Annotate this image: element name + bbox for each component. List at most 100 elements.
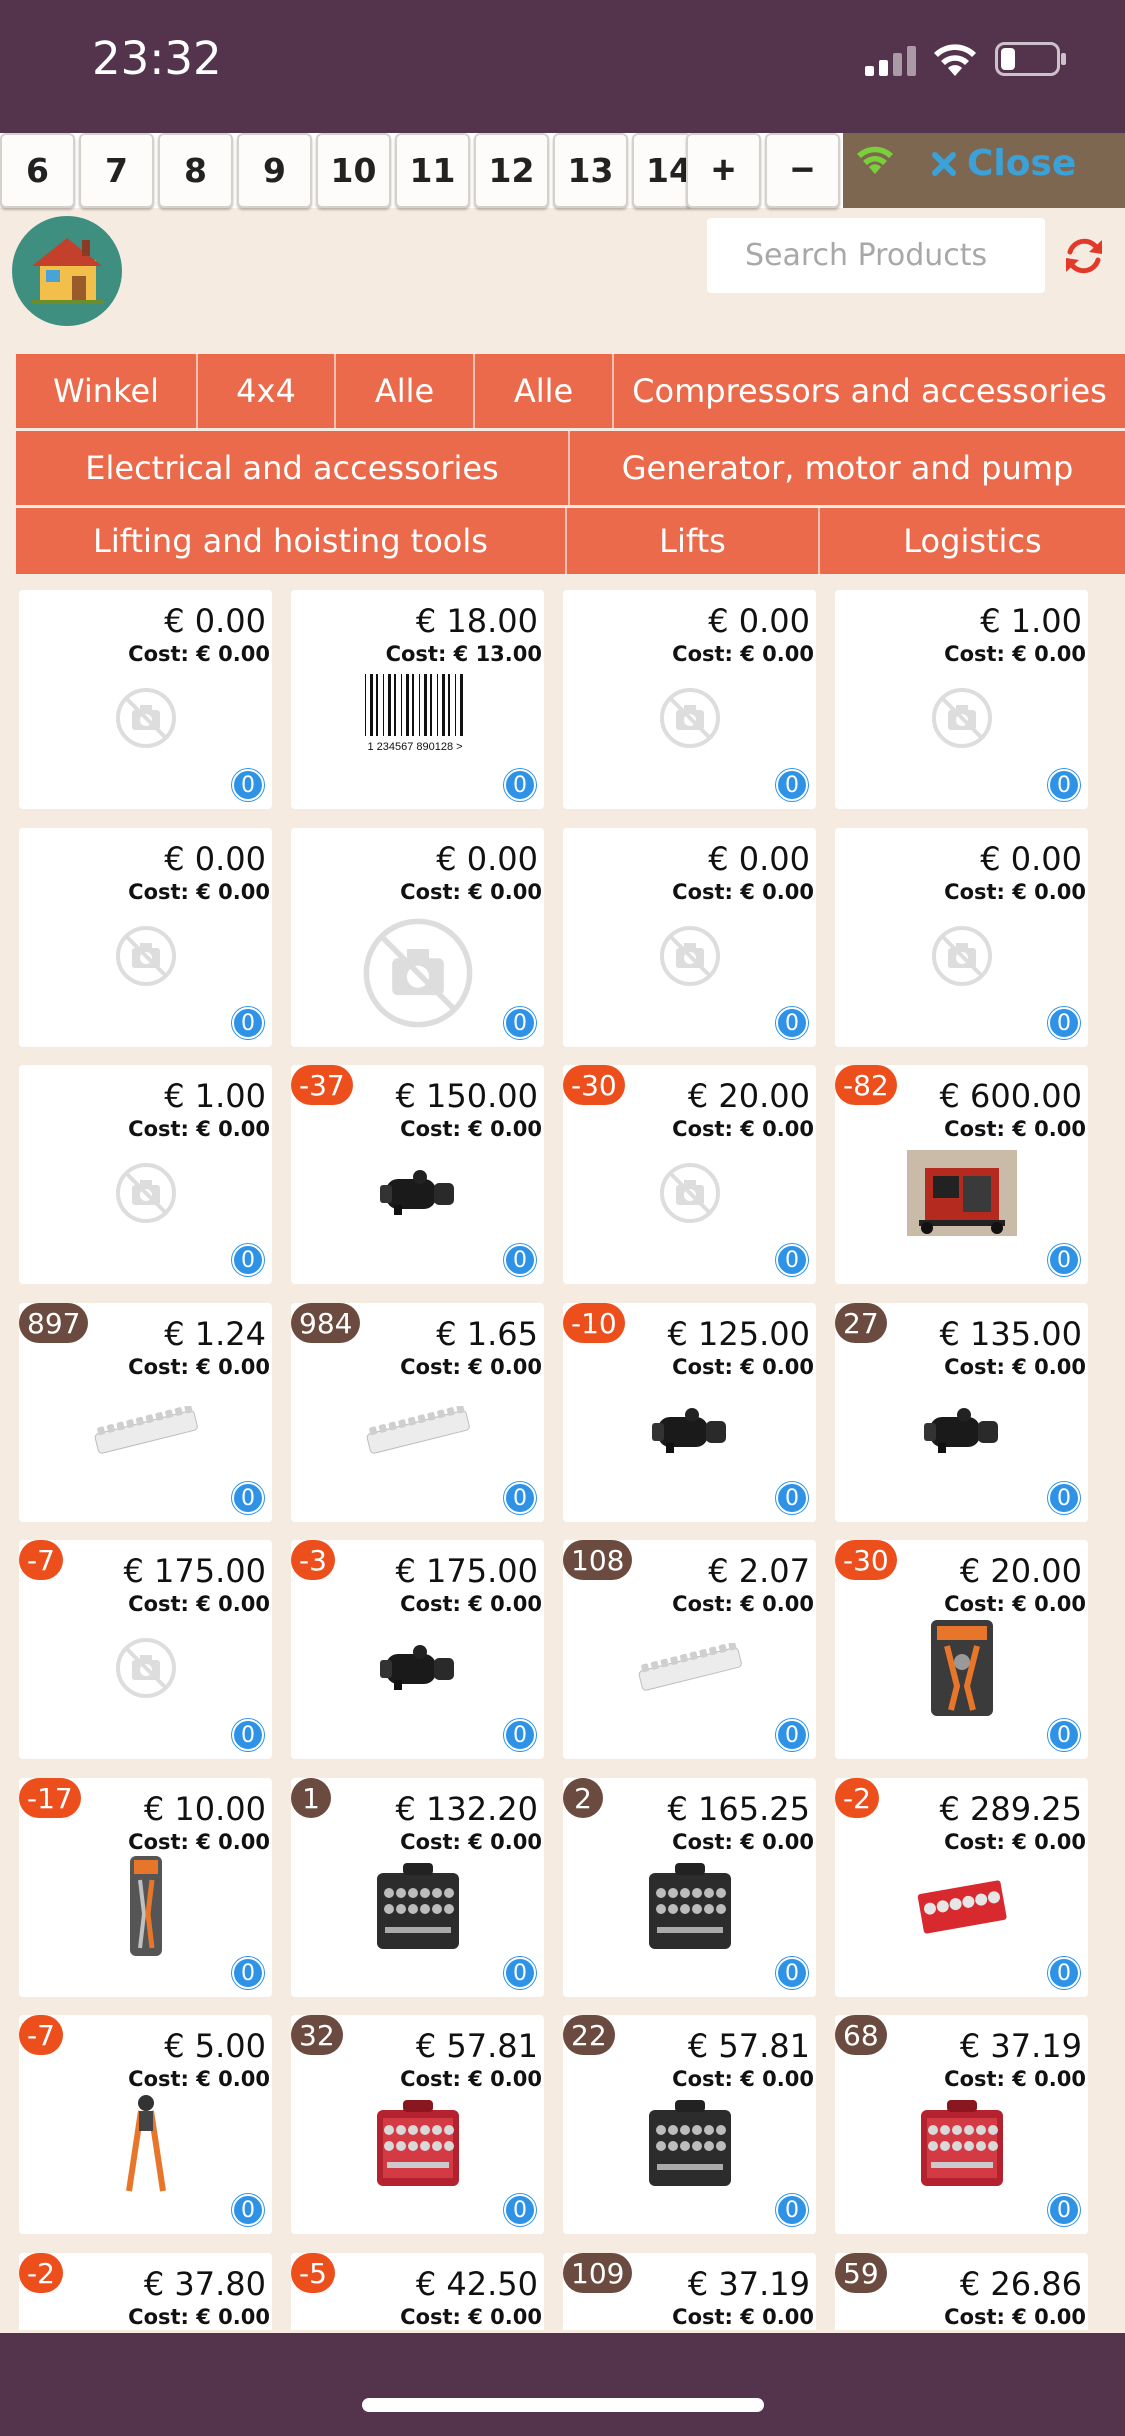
product-card[interactable]: € 5.00 Cost: € 0.00 -7 0 <box>19 2015 272 2234</box>
category-logistics[interactable]: Logistics <box>820 508 1125 574</box>
no-photo-icon <box>658 1161 722 1230</box>
quantity-badge: 0 <box>1048 1244 1080 1276</box>
product-card[interactable]: € 0.00 Cost: € 0.00 0 <box>563 828 816 1047</box>
product-card[interactable]: € 2.07 Cost: € 0.00 108 0 <box>563 1540 816 1759</box>
category-winkel[interactable]: Winkel <box>16 354 198 428</box>
category-4x4[interactable]: 4x4 <box>198 354 336 428</box>
product-card[interactable]: € 57.81 Cost: € 0.00 32 0 <box>291 2015 544 2234</box>
category-lifting[interactable]: Lifting and hoisting tools <box>16 508 567 574</box>
quantity-badge: 0 <box>232 1957 264 1989</box>
product-card[interactable]: € 1.00 Cost: € 0.00 0 <box>835 590 1088 809</box>
product-card[interactable]: € 175.00 Cost: € 0.00 -7 0 <box>19 1540 272 1759</box>
quantity-badge: 0 <box>776 1719 808 1751</box>
product-card[interactable]: € 20.00 Cost: € 0.00 -30 0 <box>835 1540 1088 1759</box>
category-bar: Winkel 4x4 Alle Alle Compressors and acc… <box>16 354 1125 574</box>
table-tab-12[interactable]: 12 <box>474 133 549 208</box>
product-price: € 0.00 <box>164 602 266 640</box>
product-card[interactable]: € 600.00 Cost: € 0.00 -82 0 <box>835 1065 1088 1284</box>
product-price: € 2.07 <box>708 1552 810 1590</box>
category-compressors[interactable]: Compressors and accessories <box>614 354 1125 428</box>
product-card[interactable]: € 0.00 Cost: € 0.00 0 <box>835 828 1088 1047</box>
product-price: € 150.00 <box>395 1077 539 1115</box>
product-card[interactable]: € 37.80 Cost: € 0.00 -2 <box>19 2253 272 2330</box>
quantity-badge: 0 <box>776 769 808 801</box>
table-tab-14[interactable]: 14 <box>632 133 692 208</box>
category-lifts[interactable]: Lifts <box>567 508 820 574</box>
refresh-icon[interactable] <box>1062 234 1106 278</box>
quantity-badge: 0 <box>1048 2194 1080 2226</box>
quantity-badge: 0 <box>776 1957 808 1989</box>
quantity-badge: 0 <box>776 1244 808 1276</box>
product-cost: Cost: € 0.00 <box>128 2305 270 2329</box>
product-cost: Cost: € 0.00 <box>944 1355 1086 1379</box>
socket-box-red-image <box>916 1873 1008 1944</box>
product-card[interactable]: € 0.00 Cost: € 0.00 0 <box>291 828 544 1047</box>
home-indicator[interactable] <box>362 2398 764 2412</box>
table-tab-9[interactable]: 9 <box>237 133 312 208</box>
product-card[interactable]: € 1.00 Cost: € 0.00 0 <box>19 1065 272 1284</box>
quantity-badge: 0 <box>232 1719 264 1751</box>
product-card[interactable]: € 57.81 Cost: € 0.00 22 0 <box>563 2015 816 2234</box>
product-price: € 26.86 <box>959 2265 1082 2303</box>
home-icon[interactable] <box>12 216 122 326</box>
category-electrical[interactable]: Electrical and accessories <box>16 431 570 505</box>
product-card[interactable]: € 37.19 Cost: € 0.00 68 0 <box>835 2015 1088 2234</box>
table-tab-6[interactable]: 6 <box>0 133 75 208</box>
stock-badge: 1 <box>291 1778 331 1818</box>
table-tab-7[interactable]: 7 <box>79 133 154 208</box>
add-table-button[interactable]: + <box>686 133 761 208</box>
remove-table-button[interactable]: − <box>765 133 840 208</box>
stock-badge: -2 <box>835 1778 879 1818</box>
product-cost: Cost: € 0.00 <box>128 1592 270 1616</box>
product-card[interactable]: 1 234567 890128 > € 18.00 Cost: € 13.00 0 <box>291 590 544 809</box>
product-cost: Cost: € 0.00 <box>672 1592 814 1616</box>
close-button[interactable]: Close <box>931 143 1076 184</box>
search-products-input[interactable] <box>707 218 1045 293</box>
product-price: € 0.00 <box>436 840 538 878</box>
product-card[interactable]: € 135.00 Cost: € 0.00 27 0 <box>835 1303 1088 1522</box>
product-card[interactable]: € 165.25 Cost: € 0.00 2 0 <box>563 1778 816 1997</box>
quantity-badge: 0 <box>1048 1482 1080 1514</box>
product-card[interactable]: € 0.00 Cost: € 0.00 0 <box>19 828 272 1047</box>
product-price: € 37.19 <box>687 2265 810 2303</box>
table-tab-11[interactable]: 11 <box>395 133 470 208</box>
table-tab-10[interactable]: 10 <box>316 133 391 208</box>
category-alle-2[interactable]: Alle <box>475 354 614 428</box>
product-card[interactable]: € 1.65 Cost: € 0.00 984 0 <box>291 1303 544 1522</box>
table-tab-13[interactable]: 13 <box>553 133 628 208</box>
product-card[interactable]: € 150.00 Cost: € 0.00 -37 0 <box>291 1065 544 1284</box>
status-time: 23:32 <box>92 32 222 85</box>
starter-motor-image <box>916 1403 1008 1464</box>
product-price: € 18.00 <box>415 602 538 640</box>
product-price: € 37.19 <box>959 2027 1082 2065</box>
product-cost: Cost: € 0.00 <box>400 1830 542 1854</box>
stock-badge: -10 <box>563 1303 625 1343</box>
stock-badge: 68 <box>835 2015 887 2055</box>
product-card[interactable]: € 125.00 Cost: € 0.00 -10 0 <box>563 1303 816 1522</box>
product-card[interactable]: € 37.19 Cost: € 0.00 109 <box>563 2253 816 2330</box>
product-card[interactable]: € 26.86 Cost: € 0.00 59 <box>835 2253 1088 2330</box>
product-card[interactable]: € 20.00 Cost: € 0.00 -30 0 <box>563 1065 816 1284</box>
product-card[interactable]: € 0.00 Cost: € 0.00 0 <box>19 590 272 809</box>
product-card[interactable]: € 175.00 Cost: € 0.00 -3 0 <box>291 1540 544 1759</box>
socket-case-dark-image <box>645 1859 735 1958</box>
socket-case-dark-image <box>373 1859 463 1958</box>
table-tab-8[interactable]: 8 <box>158 133 233 208</box>
category-generator[interactable]: Generator, motor and pump <box>570 431 1125 505</box>
product-cost: Cost: € 0.00 <box>672 1355 814 1379</box>
pliers-set-image <box>927 1616 997 1725</box>
category-alle-1[interactable]: Alle <box>336 354 475 428</box>
stock-badge: -3 <box>291 1540 335 1580</box>
product-card[interactable]: € 289.25 Cost: € 0.00 -2 0 <box>835 1778 1088 1997</box>
cell-signal-icon <box>865 46 916 76</box>
product-price: € 20.00 <box>687 1077 810 1115</box>
product-card[interactable]: € 0.00 Cost: € 0.00 0 <box>563 590 816 809</box>
product-card[interactable]: € 10.00 Cost: € 0.00 -17 0 <box>19 1778 272 1997</box>
quantity-badge: 0 <box>1048 769 1080 801</box>
product-card[interactable]: € 1.24 Cost: € 0.00 897 0 <box>19 1303 272 1522</box>
product-card[interactable]: € 42.50 Cost: € 0.00 -5 <box>291 2253 544 2330</box>
product-card[interactable]: € 132.20 Cost: € 0.00 1 0 <box>291 1778 544 1997</box>
no-photo-icon <box>658 686 722 755</box>
quantity-badge: 0 <box>1048 1007 1080 1039</box>
product-cost: Cost: € 0.00 <box>944 1830 1086 1854</box>
